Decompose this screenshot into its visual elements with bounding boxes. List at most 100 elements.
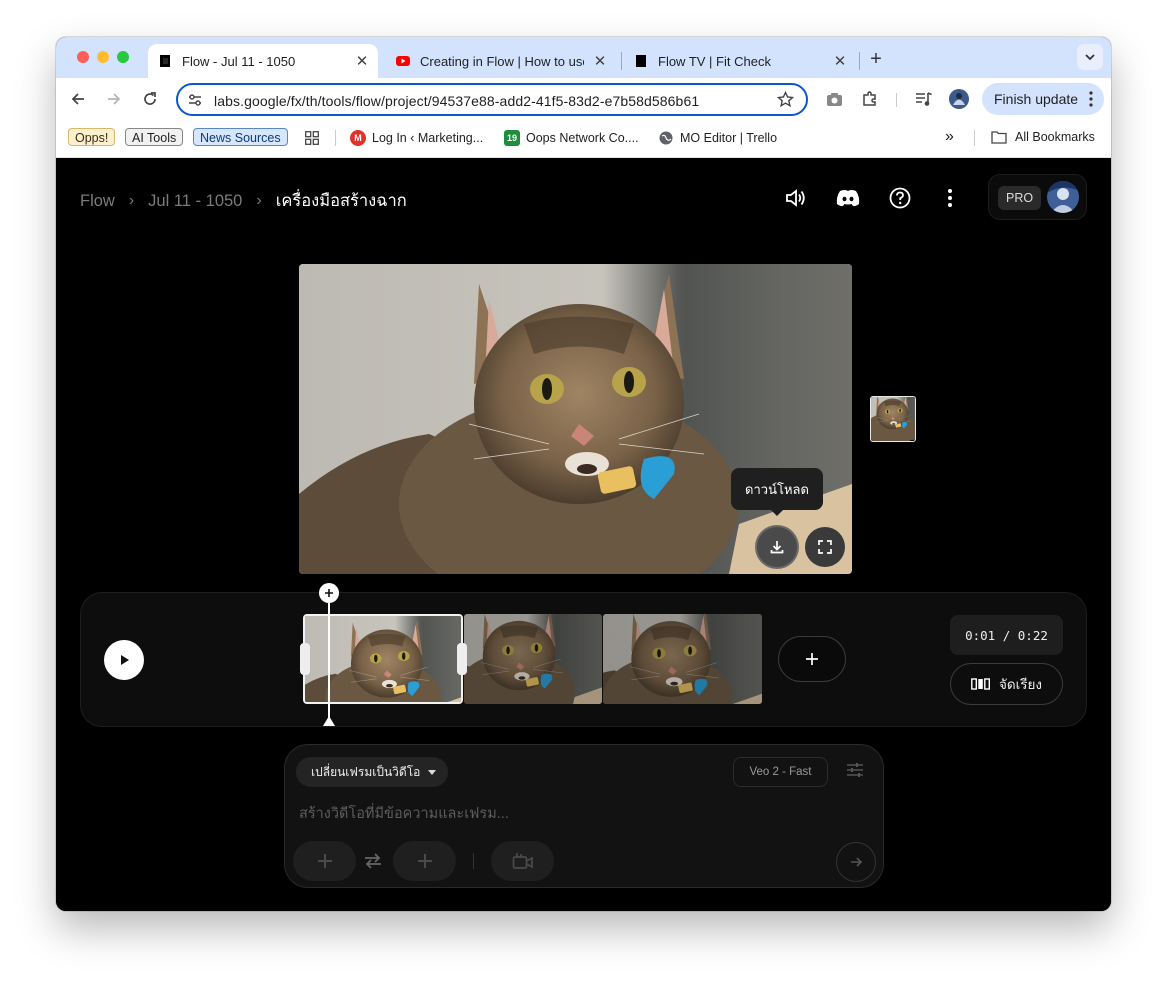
tab-search-button[interactable] — [1077, 44, 1103, 70]
all-bookmarks-button[interactable]: All Bookmarks — [991, 130, 1095, 144]
media-controls-button[interactable] — [912, 87, 936, 111]
flow-favicon-icon — [636, 55, 646, 67]
bookmark-folder-ai-tools[interactable]: AI Tools — [125, 128, 184, 146]
flow-favicon-icon — [160, 55, 170, 67]
model-selector[interactable]: Veo 2 - Fast — [733, 757, 828, 787]
download-icon — [770, 541, 784, 554]
frame-thumbnail[interactable] — [870, 396, 916, 442]
close-tab-icon[interactable]: ✕ — [592, 53, 608, 70]
tab-strip: Flow - Jul 11 - 1050 ✕ Creating in Flow … — [56, 37, 1111, 78]
new-tab-button[interactable]: + — [865, 48, 887, 70]
plus-icon — [325, 589, 333, 597]
toolbar-divider — [896, 93, 897, 107]
tab-flow-project[interactable]: Flow - Jul 11 - 1050 ✕ — [148, 44, 378, 78]
swap-icon[interactable] — [363, 853, 383, 869]
prompt-input[interactable]: สร้างวิดีโอที่มีข้อความและเฟรม... — [299, 802, 509, 825]
add-clip-button[interactable] — [778, 636, 846, 682]
timeline-clip-2[interactable] — [464, 614, 602, 704]
finish-update-button[interactable]: Finish update — [982, 83, 1104, 115]
bookmark-mo-editor[interactable]: MO Editor | Trello — [658, 130, 777, 146]
bookmark-folder-news[interactable]: News Sources — [193, 128, 288, 146]
plan-badge: PRO — [998, 186, 1042, 210]
cat-thumbnail-image — [871, 397, 915, 441]
star-icon[interactable] — [777, 91, 794, 108]
camera-control-button[interactable] — [491, 841, 554, 881]
sliders-icon[interactable] — [846, 762, 864, 778]
reload-button[interactable] — [138, 87, 162, 111]
timeline-clip-1[interactable] — [303, 614, 463, 704]
close-tab-icon[interactable]: ✕ — [354, 53, 370, 70]
playhead-marker[interactable] — [323, 716, 335, 726]
breadcrumb-current: เครื่องมือสร้างฉาก — [275, 192, 407, 210]
arrange-clips-icon — [971, 678, 990, 690]
volume-icon — [786, 189, 805, 207]
discord-icon — [836, 190, 860, 207]
help-button[interactable] — [888, 186, 912, 210]
screenshot-button[interactable] — [822, 87, 846, 111]
close-window-button[interactable] — [77, 51, 89, 63]
arrange-button[interactable]: จัดเรียง — [950, 663, 1063, 705]
zoom-window-button[interactable] — [117, 51, 129, 63]
bookmark-marketing[interactable]: M Log In ‹ Marketing... — [350, 130, 483, 146]
volume-button[interactable] — [784, 186, 808, 210]
play-icon — [121, 655, 129, 665]
discord-button[interactable] — [836, 186, 860, 210]
profile-button[interactable] — [947, 87, 971, 111]
extensions-button[interactable] — [858, 87, 882, 111]
bookmark-oops-network[interactable]: 19 Oops Network Co.... — [504, 130, 639, 146]
plus-icon — [806, 653, 818, 665]
forward-button[interactable] — [102, 87, 126, 111]
close-tab-icon[interactable]: ✕ — [832, 53, 848, 70]
tab-flow-tv[interactable]: Flow TV | Fit Check ✕ — [624, 44, 856, 78]
playhead[interactable] — [328, 601, 330, 719]
apps-grid-icon[interactable] — [305, 131, 319, 145]
trim-handle-left[interactable] — [300, 643, 310, 675]
bookmark-divider — [974, 130, 975, 146]
prompt-composer: เปลี่ยนเฟรมเป็นวิดีโอ Veo 2 - Fast สร้าง… — [284, 744, 884, 888]
mode-dropdown[interactable]: เปลี่ยนเฟรมเป็นวิดีโอ — [296, 757, 449, 787]
fullscreen-button[interactable] — [805, 527, 845, 567]
more-options-button[interactable] — [938, 186, 962, 210]
insert-frame-button[interactable] — [319, 583, 339, 603]
dropdown-arrow-icon — [428, 769, 437, 775]
browser-toolbar: labs.google/fx/th/tools/flow/project/945… — [56, 78, 1111, 120]
forward-icon — [108, 93, 121, 105]
breadcrumb-project[interactable]: Jul 11 - 1050 — [148, 192, 242, 211]
timeline-clip-3[interactable] — [603, 614, 762, 704]
mountain-logo-icon: M — [350, 130, 366, 146]
tab-creating-in-flow[interactable]: Creating in Flow | How to use ✕ — [386, 44, 616, 78]
bookmarks-overflow-button[interactable]: » — [945, 128, 954, 146]
bookmarks-bar: Opps! AI Tools News Sources M Log In ‹ M… — [56, 120, 1111, 158]
bookmark-label: Oops Network Co.... — [526, 131, 639, 145]
back-button[interactable] — [66, 87, 90, 111]
site-settings-icon[interactable] — [188, 93, 202, 107]
all-bookmarks-label: All Bookmarks — [1015, 130, 1095, 144]
back-icon — [71, 93, 84, 105]
bookmark-folder-opps[interactable]: Opps! — [68, 128, 116, 146]
trim-handle-right[interactable] — [457, 643, 467, 675]
add-end-frame-button[interactable] — [393, 841, 456, 881]
send-button[interactable] — [836, 842, 876, 882]
play-button[interactable] — [104, 640, 144, 680]
avatar[interactable] — [1047, 181, 1079, 213]
minimize-window-button[interactable] — [97, 51, 109, 63]
address-bar[interactable]: labs.google/fx/th/tools/flow/project/945… — [176, 83, 808, 116]
bookmark-label: Log In ‹ Marketing... — [372, 131, 484, 145]
account-menu[interactable]: PRO — [988, 174, 1087, 220]
clip-thumbnail — [603, 614, 762, 704]
timeline: 0:01 / 0:22 จัดเรียง — [80, 583, 1087, 727]
tab-separator — [621, 52, 622, 70]
youtube-favicon-icon — [396, 56, 410, 66]
download-button[interactable] — [757, 527, 797, 567]
breadcrumb-root[interactable]: Flow — [80, 192, 115, 211]
frame-preview[interactable] — [299, 264, 852, 574]
add-start-frame-button[interactable] — [293, 841, 356, 881]
plus-icon — [317, 854, 332, 868]
plus-icon — [417, 854, 432, 868]
mode-label: เปลี่ยนเฟรมเป็นวิดีโอ — [311, 764, 421, 779]
calendar-icon: 19 — [504, 130, 520, 146]
tab-separator — [859, 52, 860, 70]
chevron-right-icon: › — [256, 192, 262, 209]
url-text[interactable]: labs.google/fx/th/tools/flow/project/945… — [214, 93, 699, 109]
browser-window: Flow - Jul 11 - 1050 ✕ Creating in Flow … — [56, 37, 1111, 911]
